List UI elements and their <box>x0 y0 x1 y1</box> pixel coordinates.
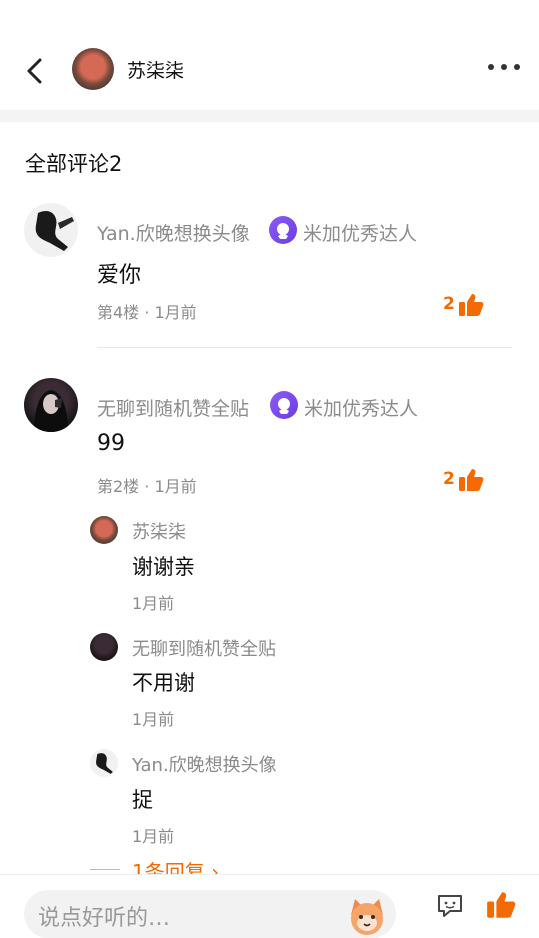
reply-time: 1月前 <box>132 710 175 729</box>
like-count: 2 <box>443 294 455 314</box>
comment-meta: 第2楼 · 1月前 <box>97 477 197 496</box>
mascot-emoji-icon[interactable] <box>345 893 389 937</box>
reply-avatar[interactable] <box>90 749 118 777</box>
comment-bubble-icon[interactable] <box>436 893 464 919</box>
thumbs-up-icon[interactable] <box>458 467 484 493</box>
reply-user-name[interactable]: 无聊到随机赞全贴 <box>132 635 276 661</box>
comment-text: 99 <box>97 431 125 456</box>
comment-divider <box>97 347 512 348</box>
more-options-icon[interactable] <box>486 64 522 74</box>
commenter-name[interactable]: 无聊到随机赞全贴 <box>97 394 249 421</box>
reply-time: 1月前 <box>132 827 175 846</box>
like-post-icon[interactable] <box>486 890 516 920</box>
badge-icon <box>270 391 298 419</box>
reply-user-name[interactable]: Yan.欣晚想换头像 <box>132 751 277 777</box>
reply-text: 捉 <box>132 788 153 812</box>
author-name[interactable]: 苏柒柒 <box>127 56 184 83</box>
all-comments-title: 全部评论2 <box>25 152 123 176</box>
comment-input-placeholder[interactable]: 说点好听的… <box>38 900 170 932</box>
reply-text: 谢谢亲 <box>132 555 195 579</box>
top-bar: 苏柒柒 <box>0 0 539 110</box>
reply-time: 1月前 <box>132 594 175 613</box>
section-separator <box>0 110 539 122</box>
badge-label: 米加优秀达人 <box>304 398 419 420</box>
comment-meta: 第4楼 · 1月前 <box>97 303 197 322</box>
more-replies-line <box>90 869 120 870</box>
like-count: 2 <box>443 469 455 489</box>
reply-text: 不用谢 <box>132 671 195 695</box>
reply-avatar[interactable] <box>90 633 118 661</box>
author-avatar[interactable] <box>72 48 114 90</box>
commenter-avatar[interactable] <box>24 203 78 257</box>
commenter-name[interactable]: Yan.欣晚想换头像 <box>97 219 250 246</box>
back-arrow-icon[interactable] <box>22 56 48 86</box>
reply-avatar[interactable] <box>90 516 118 544</box>
reply-user-name[interactable]: 苏柒柒 <box>132 518 186 544</box>
commenter-avatar[interactable] <box>24 378 78 432</box>
badge-label: 米加优秀达人 <box>303 223 418 245</box>
badge-icon <box>269 216 297 244</box>
thumbs-up-icon[interactable] <box>458 292 484 318</box>
comment-text: 爱你 <box>97 263 142 288</box>
